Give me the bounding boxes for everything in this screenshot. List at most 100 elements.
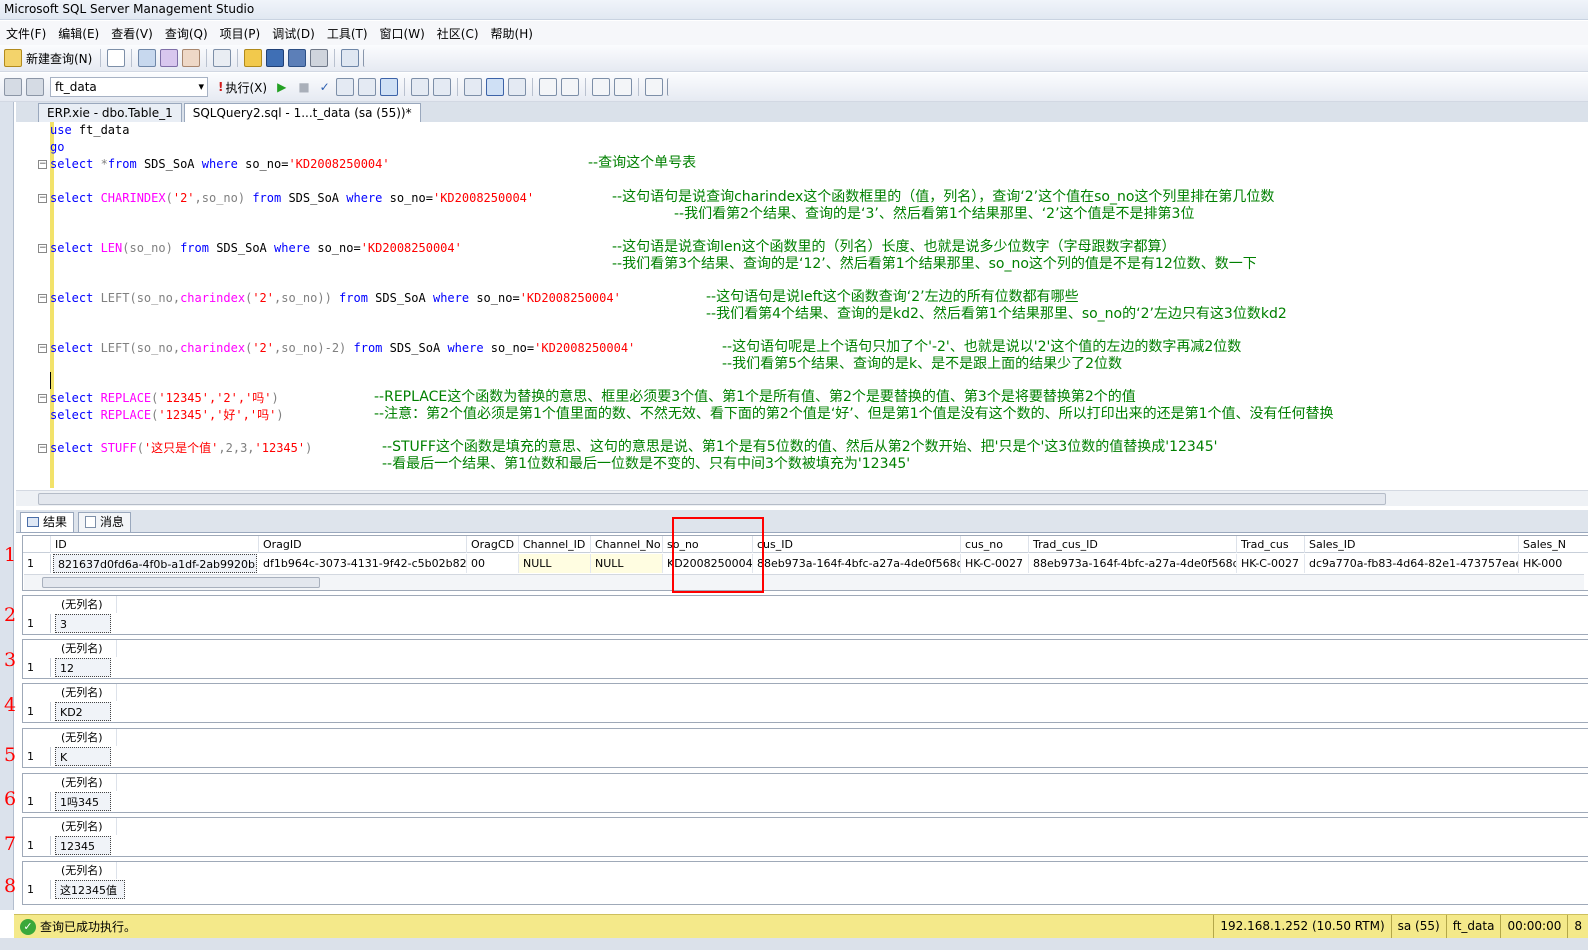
column-header[interactable]: OragID	[259, 536, 467, 553]
grid-cell[interactable]: df1b964c-3073-4131-9f42-c5b02b823c46	[259, 554, 467, 573]
row-number[interactable]: 1	[23, 836, 51, 855]
display-plan-icon[interactable]	[335, 78, 354, 96]
decrease-indent-icon[interactable]	[591, 78, 610, 96]
row-number[interactable]: 1	[23, 658, 51, 677]
results-to-grid-icon[interactable]	[485, 78, 504, 96]
save-icon[interactable]	[266, 49, 285, 67]
scrollbar-thumb[interactable]	[38, 493, 1386, 505]
scrollbar-thumb[interactable]	[42, 577, 320, 588]
row-number[interactable]: 1	[23, 792, 51, 811]
grid-cell[interactable]: 这12345值	[55, 880, 125, 899]
grid-cell[interactable]: 12345	[55, 836, 111, 855]
change-connection-icon[interactable]	[26, 78, 44, 96]
menu-file[interactable]: 文件(F)	[0, 25, 52, 42]
database-select[interactable]: ft_data	[50, 77, 208, 97]
result-grid-3[interactable]: (无列名) 1 12	[22, 639, 1588, 679]
parse-icon[interactable]: ✓	[320, 80, 330, 94]
grid-cell[interactable]: dc9a770a-fb83-4d64-82e1-473757eae5aa	[1305, 554, 1519, 573]
grid-cell[interactable]: 1吗345	[55, 792, 111, 811]
menu-debug[interactable]: 调试(D)	[266, 25, 321, 42]
menu-view[interactable]: 查看(V)	[105, 25, 159, 42]
grid-cell[interactable]: 00	[467, 554, 519, 573]
collapse-toggle-icon[interactable]: −	[38, 444, 47, 453]
editor-horizontal-scrollbar[interactable]	[16, 490, 1588, 506]
row-number[interactable]: 1	[23, 747, 51, 766]
column-header[interactable]: Channel_No	[591, 536, 663, 553]
db-engine-query-icon[interactable]	[138, 49, 157, 67]
grid-cell[interactable]: HK-C-0027	[1237, 554, 1305, 573]
new-file-icon[interactable]	[107, 49, 126, 67]
collapse-toggle-icon[interactable]: −	[38, 160, 47, 169]
collapse-toggle-icon[interactable]: −	[38, 194, 47, 203]
specify-values-icon[interactable]	[644, 78, 663, 96]
xml-query-icon[interactable]	[213, 49, 232, 67]
grid-cell[interactable]: 12	[55, 658, 111, 677]
menu-community[interactable]: 社区(C)	[431, 25, 485, 42]
toolbar-options-icon[interactable]	[363, 49, 371, 67]
column-header[interactable]: cus_no	[961, 536, 1029, 553]
tab-messages[interactable]: 消息	[78, 512, 132, 532]
column-header[interactable]: (无列名)	[57, 640, 117, 657]
grid-cell[interactable]: HK-C-0027	[961, 554, 1029, 573]
grid-cell[interactable]: K	[55, 747, 111, 766]
column-header[interactable]: (无列名)	[57, 774, 117, 791]
menu-project[interactable]: 项目(P)	[214, 25, 267, 42]
grid-cell[interactable]: HK-000	[1519, 554, 1588, 573]
grid-cell[interactable]: 3	[55, 614, 111, 633]
collapse-toggle-icon[interactable]: −	[38, 294, 47, 303]
new-query-button[interactable]: 新建查询(N)	[26, 50, 92, 67]
open-folder-icon[interactable]	[244, 49, 263, 67]
row-number[interactable]: 1	[23, 614, 51, 633]
comment-icon[interactable]	[538, 78, 557, 96]
column-header[interactable]: (无列名)	[57, 596, 117, 613]
menu-query[interactable]: 查询(Q)	[159, 25, 214, 42]
column-header[interactable]: (无列名)	[57, 684, 117, 701]
menu-edit[interactable]: 编辑(E)	[52, 25, 105, 42]
grid-cell[interactable]: KD2	[55, 702, 111, 721]
toolbar-options-icon[interactable]	[666, 78, 675, 96]
grid-cell[interactable]: NULL	[519, 554, 591, 573]
result-grid-5[interactable]: (无列名) 1 K	[22, 728, 1588, 768]
results-to-file-icon[interactable]	[507, 78, 526, 96]
print-icon[interactable]	[310, 49, 329, 67]
collapse-toggle-icon[interactable]: −	[38, 244, 47, 253]
result-grid-2[interactable]: (无列名) 1 3	[22, 595, 1588, 635]
sql-editor[interactable]: use ft_data go − select *from SDS_SoA wh…	[16, 122, 1588, 490]
row-number[interactable]: 1	[23, 880, 51, 899]
column-header[interactable]: Sales_ID	[1305, 536, 1519, 553]
row-number[interactable]: 1	[23, 702, 51, 721]
actual-plan-icon[interactable]	[432, 78, 451, 96]
uncomment-icon[interactable]	[560, 78, 579, 96]
tab-results[interactable]: 结果	[20, 512, 75, 532]
intellisense-icon[interactable]	[410, 78, 429, 96]
column-header[interactable]: Channel_ID	[519, 536, 591, 553]
grid-cell[interactable]: 88eb973a-164f-4bfc-a27a-4de0f568d143	[753, 554, 961, 573]
column-header[interactable]: Sales_N	[1519, 536, 1588, 553]
analysis-query-icon[interactable]	[160, 49, 179, 67]
new-query-icon[interactable]	[4, 49, 22, 67]
grid-cell[interactable]: 821637d0fd6a-4f0b-a1df-2ab9920b1b99	[53, 554, 257, 573]
column-header[interactable]: (无列名)	[57, 729, 117, 746]
query-designer-icon[interactable]	[357, 78, 376, 96]
tab-sqlquery2[interactable]: SQLQuery2.sql - 1...t_data (sa (55))*	[183, 103, 421, 122]
result-grid-6[interactable]: (无列名) 1 1吗345	[22, 773, 1588, 813]
client-stats-icon[interactable]	[463, 78, 482, 96]
query-options-icon[interactable]	[379, 78, 398, 96]
column-header[interactable]: cus_ID	[753, 536, 961, 553]
menu-window[interactable]: 窗口(W)	[374, 25, 431, 42]
debug-icon[interactable]: ▶	[277, 80, 286, 94]
menu-tools[interactable]: 工具(T)	[321, 25, 374, 42]
result-grid-4[interactable]: (无列名) 1 KD2	[22, 683, 1588, 723]
column-header[interactable]: (无列名)	[57, 818, 117, 835]
column-header[interactable]: OragCD	[467, 536, 519, 553]
save-all-icon[interactable]	[288, 49, 307, 67]
result-grid-8[interactable]: (无列名) 1 这12345值	[22, 861, 1588, 905]
increase-indent-icon[interactable]	[613, 78, 632, 96]
column-header[interactable]: Trad_cus	[1237, 536, 1305, 553]
activity-monitor-icon[interactable]	[341, 49, 360, 67]
row-number[interactable]: 1	[23, 554, 51, 573]
mdx-query-icon[interactable]	[182, 49, 201, 67]
menu-help[interactable]: 帮助(H)	[485, 25, 539, 42]
grid-horizontal-scrollbar[interactable]	[24, 574, 1584, 590]
connect-icon[interactable]	[4, 78, 22, 96]
